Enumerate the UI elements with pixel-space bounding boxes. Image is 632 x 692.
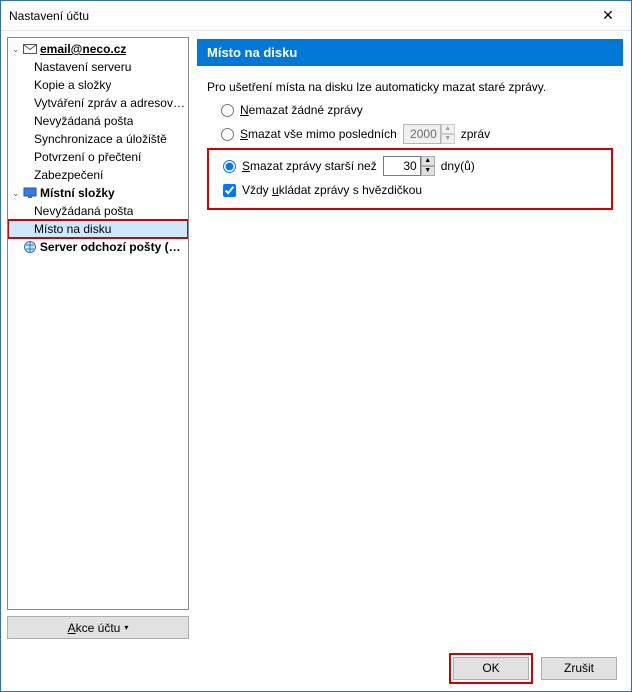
tree-item-local-junk[interactable]: Nevyžádaná pošta (8, 202, 188, 220)
close-button[interactable]: ✕ (585, 1, 631, 31)
settings-panel: Místo na disku Pro ušetření místa na dis… (195, 37, 625, 639)
globe-icon (22, 240, 38, 254)
window-title: Nastavení účtu (9, 9, 585, 23)
account-actions: Akce účtu ▾ (7, 616, 189, 639)
recent-count-spinner: ▲▼ (403, 124, 455, 144)
ok-highlight: OK (449, 653, 533, 684)
check-keep-starred-input[interactable] (223, 184, 236, 197)
section-body: Pro ušetření místa na disku lze automati… (197, 66, 623, 220)
tree-label: email@neco.cz (40, 42, 126, 56)
spinner-up-icon: ▲ (441, 124, 455, 134)
tree-item-disk-space[interactable]: Místo na disku (8, 220, 188, 238)
older-days-spinner[interactable]: ▲▼ (383, 156, 435, 176)
tree-item-security[interactable]: Zabezpečení (8, 166, 188, 184)
tree-account-root[interactable]: ⌄ email@neco.cz (8, 40, 188, 58)
cancel-button[interactable]: Zrušit (541, 657, 617, 680)
spinner-up-icon[interactable]: ▲ (421, 156, 435, 166)
radio-delete-except-recent[interactable]: Smazat vše mimo posledních ▲▼ zpráv (221, 124, 613, 144)
tree-panel: ⌄ email@neco.cz Nastavení serveru Kopie … (7, 37, 189, 639)
tree-item-return-receipts[interactable]: Potvrzení o přečtení (8, 148, 188, 166)
intro-text: Pro ušetření místa na disku lze automati… (207, 80, 613, 94)
highlight-box: Smazat zprávy starší než ▲▼ dny(ů) Vždy … (207, 148, 613, 210)
recent-count-input (403, 124, 441, 144)
check-keep-starred[interactable]: Vždy ukládat zprávy s hvězdičkou (223, 180, 607, 200)
chevron-down-icon[interactable]: ⌄ (12, 44, 22, 55)
mail-icon (22, 42, 38, 56)
radio-delete-except-recent-input[interactable] (221, 128, 234, 141)
recent-unit: zpráv (461, 127, 490, 141)
content: ⌄ email@neco.cz Nastavení serveru Kopie … (1, 31, 631, 645)
ok-button[interactable]: OK (453, 657, 529, 680)
tree-local-folders[interactable]: ⌄ Místní složky (8, 184, 188, 202)
tree-label: Server odchozí pošty (S... (40, 240, 186, 254)
chevron-down-icon[interactable]: ⌄ (12, 188, 22, 199)
radio-delete-older-input[interactable] (223, 160, 236, 173)
spinner-down-icon: ▼ (441, 134, 455, 144)
dropdown-icon: ▾ (124, 623, 128, 632)
tree-item-server-settings[interactable]: Nastavení serveru (8, 58, 188, 76)
dialog-footer: OK Zrušit (1, 645, 631, 691)
tree-outgoing-server[interactable]: Server odchozí pošty (S... (8, 238, 188, 256)
tree-item-compose-addressing[interactable]: Vytváření zpráv a adresování (8, 94, 188, 112)
spinner-down-icon[interactable]: ▼ (421, 166, 435, 176)
titlebar: Nastavení účtu ✕ (1, 1, 631, 31)
radio-delete-none[interactable]: Nemazat žádné zprávy (221, 100, 613, 120)
tree-label: Místní složky (40, 186, 115, 200)
account-tree[interactable]: ⌄ email@neco.cz Nastavení serveru Kopie … (7, 37, 189, 610)
tree-item-copies-folders[interactable]: Kopie a složky (8, 76, 188, 94)
tree-item-junk[interactable]: Nevyžádaná pošta (8, 112, 188, 130)
older-days-input[interactable] (383, 156, 421, 176)
older-unit: dny(ů) (441, 159, 475, 173)
radio-delete-older[interactable]: Smazat zprávy starší než ▲▼ dny(ů) (223, 156, 607, 176)
section-header: Místo na disku (197, 39, 623, 66)
tree-item-sync-storage[interactable]: Synchronizace a úložiště (8, 130, 188, 148)
monitor-icon (22, 186, 38, 200)
radio-delete-none-input[interactable] (221, 104, 234, 117)
account-actions-button[interactable]: Akce účtu ▾ (7, 616, 189, 639)
